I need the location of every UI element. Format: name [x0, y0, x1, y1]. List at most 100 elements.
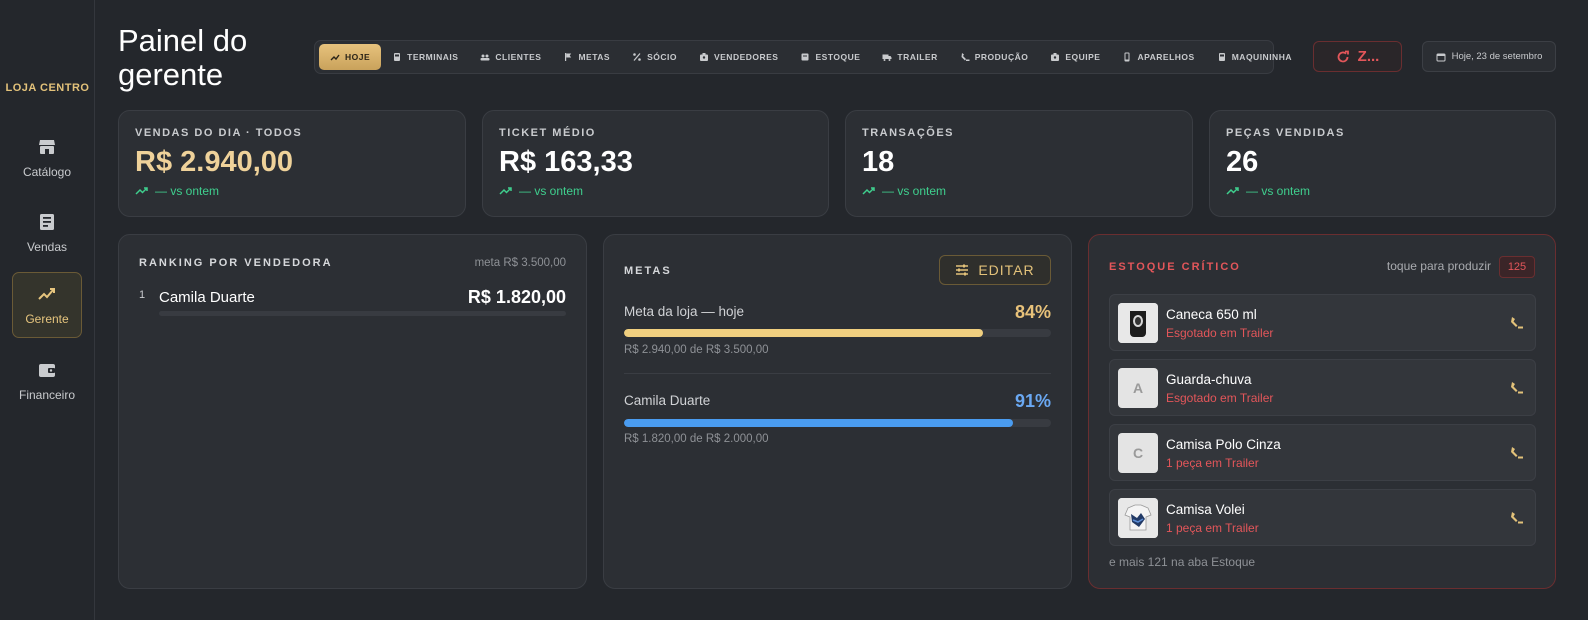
estoque-more-link[interactable]: e mais 121 na aba Estoque — [1109, 555, 1255, 569]
sliders-icon — [956, 264, 969, 276]
tab-estoque[interactable]: ESTOQUE — [789, 44, 871, 70]
sidebar-item-vendas[interactable]: Vendas — [12, 200, 82, 266]
tab-hoje[interactable]: HOJE — [319, 44, 382, 70]
goal-subtitle: R$ 1.820,00 de R$ 2.000,00 — [624, 433, 769, 445]
item-name: Camisa Volei — [1166, 502, 1245, 517]
trending-up-icon — [135, 187, 148, 195]
goal-progress-fill — [624, 419, 1013, 427]
kpi-value: 18 — [862, 146, 895, 178]
item-name: Caneca 650 ml — [1166, 307, 1257, 322]
kpi-trend: — vs ontem — [135, 184, 449, 198]
store-name: LOJA CENTRO — [5, 82, 90, 94]
kpi-value: 26 — [1226, 146, 1259, 178]
stock-item[interactable]: A Guarda-chuva Esgotado em Trailer — [1109, 359, 1536, 416]
refresh-icon — [1337, 50, 1349, 62]
kpi-vendas-do-dia: VENDAS DO DIA · TODOS R$ 2.940,00 — vs o… — [118, 110, 466, 217]
truck-icon — [882, 54, 892, 61]
terminal-icon — [394, 53, 401, 61]
kpi-trend-text: — vs ontem — [882, 184, 947, 198]
kpi-trend: — vs ontem — [1226, 184, 1539, 198]
tab-label: EQUIPE — [1065, 52, 1101, 62]
metas-title: METAS — [624, 265, 672, 277]
tab-equipe[interactable]: EQUIPE — [1039, 44, 1111, 70]
item-name: Guarda-chuva — [1166, 372, 1252, 387]
kpi-trend-text: — vs ontem — [1246, 184, 1311, 198]
wallet-icon — [39, 364, 55, 377]
sidebar-item-catalogo[interactable]: Catálogo — [12, 125, 82, 191]
tab-aparelhos[interactable]: APARELHOS — [1111, 44, 1205, 70]
people-icon — [480, 54, 490, 61]
edit-button[interactable]: EDITAR — [939, 255, 1051, 285]
rank-progress-bar — [159, 311, 566, 316]
card-machine-icon — [1218, 53, 1225, 61]
tab-label: PRODUÇÃO — [974, 52, 1029, 62]
mug-image — [1118, 303, 1158, 343]
produce-icon[interactable] — [1509, 380, 1525, 396]
estoque-count-badge[interactable]: 125 — [1499, 256, 1535, 278]
goal-name: Camila Duarte — [624, 393, 711, 408]
tab-trailer[interactable]: TRAILER — [871, 44, 948, 70]
produce-icon[interactable] — [1509, 510, 1525, 526]
storefront-icon — [39, 140, 55, 154]
item-status: Esgotado em Trailer — [1166, 326, 1274, 340]
trending-up-icon — [499, 187, 512, 195]
item-status: 1 peça em Trailer — [1166, 456, 1259, 470]
page-title: Painel do gerente — [118, 23, 248, 92]
goal-progress-fill — [624, 329, 983, 337]
tab-label: MAQUININHA — [1231, 52, 1292, 62]
tab-producao[interactable]: PRODUÇÃO — [949, 44, 1040, 70]
tab-metas[interactable]: METAS — [552, 44, 621, 70]
stock-item[interactable]: Caneca 650 ml Esgotado em Trailer — [1109, 294, 1536, 351]
product-thumbnail — [1118, 498, 1158, 538]
tab-label: HOJE — [345, 52, 371, 62]
tab-socio[interactable]: SÓCIO — [621, 44, 688, 70]
box-icon — [801, 53, 809, 61]
produce-icon[interactable] — [1509, 315, 1525, 331]
sidebar-item-financeiro[interactable]: Financeiro — [12, 348, 82, 414]
calendar-icon — [1436, 53, 1446, 61]
item-status: 1 peça em Trailer — [1166, 521, 1259, 535]
goal-percent: 91% — [1014, 391, 1051, 411]
refresh-button[interactable]: Z... — [1313, 41, 1402, 72]
kpi-transacoes: TRANSAÇÕES 18 — vs ontem — [845, 110, 1193, 217]
kpi-label: VENDAS DO DIA · TODOS — [135, 127, 303, 139]
kpi-trend: — vs ontem — [862, 184, 1176, 198]
trending-up-icon — [38, 288, 55, 300]
stock-item[interactable]: C Camisa Polo Cinza 1 peça em Trailer — [1109, 424, 1536, 481]
product-thumbnail — [1118, 303, 1158, 343]
trending-up-icon — [330, 54, 340, 61]
tab-maquininha[interactable]: MAQUININHA — [1206, 44, 1303, 70]
date-label: Hoje, 23 de setembro — [1451, 51, 1543, 62]
tab-clientes[interactable]: CLIENTES — [469, 44, 552, 70]
divider — [624, 373, 1051, 374]
kpi-trend: — vs ontem — [499, 184, 812, 198]
kpi-label: PEÇAS VENDIDAS — [1226, 127, 1345, 139]
ranking-title: RANKING POR VENDEDORA — [139, 257, 333, 269]
kpi-value: R$ 2.940,00 — [135, 146, 294, 178]
tab-vendedores[interactable]: VENDEDORES — [688, 44, 790, 70]
estoque-hint: toque para produzir — [1386, 259, 1491, 273]
kpi-pecas-vendidas: PEÇAS VENDIDAS 26 — vs ontem — [1209, 110, 1556, 217]
date-selector[interactable]: Hoje, 23 de setembro — [1422, 41, 1556, 72]
produce-icon[interactable] — [1509, 445, 1525, 461]
tab-terminais[interactable]: TERMINAIS — [381, 44, 469, 70]
goal-subtitle: R$ 2.940,00 de R$ 3.500,00 — [624, 344, 769, 356]
goal-progress-bar — [624, 419, 1051, 427]
tab-label: APARELHOS — [1137, 52, 1195, 62]
sidebar-item-label: Gerente — [25, 312, 69, 326]
goal-progress-bar — [624, 329, 1051, 337]
ranking-panel: RANKING POR VENDEDORA meta R$ 3.500,00 1… — [118, 234, 587, 589]
kpi-label: TICKET MÉDIO — [499, 127, 596, 139]
sidebar-item-gerente[interactable]: Gerente — [12, 272, 82, 338]
ranking-meta: meta R$ 3.500,00 — [474, 257, 566, 269]
badge-icon — [699, 53, 708, 61]
stock-item[interactable]: Camisa Volei 1 peça em Trailer — [1109, 489, 1536, 546]
tab-label: SÓCIO — [647, 52, 677, 62]
production-icon — [961, 53, 970, 61]
sidebar: LOJA CENTRO Catálogo Vendas Gerente Fina… — [0, 0, 95, 620]
sidebar-item-label: Vendas — [26, 240, 68, 254]
goal-percent: 84% — [1014, 302, 1051, 322]
receipt-icon — [40, 214, 54, 230]
device-icon — [1124, 52, 1130, 62]
tab-label: VENDEDORES — [713, 52, 779, 62]
